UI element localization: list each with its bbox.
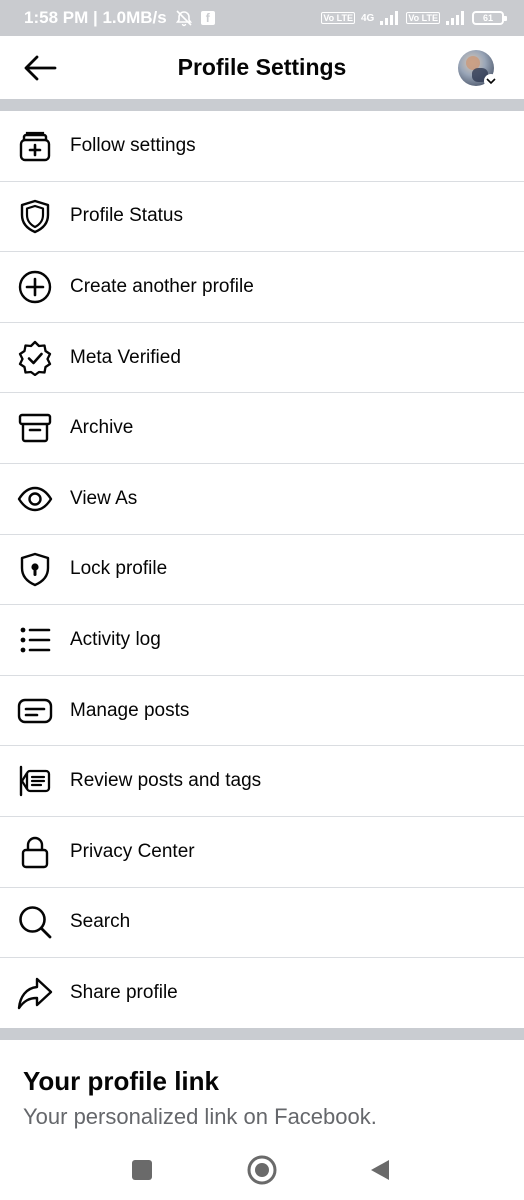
menu-item-label: Profile Status xyxy=(70,205,183,227)
section-title: Your profile link xyxy=(23,1066,219,1096)
plus-circle-icon xyxy=(16,268,54,306)
menu-item-label: Search xyxy=(70,911,131,933)
profile-avatar-button[interactable] xyxy=(458,50,498,90)
menu-item-manage-posts[interactable]: Manage posts xyxy=(0,676,524,747)
menu-item-create-profile[interactable]: Create another profile xyxy=(0,252,524,323)
menu-item-meta-verified[interactable]: Meta Verified xyxy=(0,323,524,394)
menu-item-label: Meta Verified xyxy=(70,346,181,368)
menu-item-label: Lock profile xyxy=(70,558,168,580)
square-icon xyxy=(132,1160,152,1180)
menu-item-search[interactable]: Search xyxy=(0,888,524,959)
section-divider xyxy=(0,99,524,111)
menu-item-label: Privacy Center xyxy=(70,840,195,862)
triangle-back-icon xyxy=(371,1160,389,1180)
menu-item-privacy-center[interactable]: Privacy Center xyxy=(0,817,524,888)
menu-item-label: Activity log xyxy=(70,628,161,650)
menu-item-share-profile[interactable]: Share profile xyxy=(0,958,524,1029)
menu-item-label: Create another profile xyxy=(70,275,254,297)
volte-icon: Vo LTE xyxy=(321,12,355,24)
menu-item-archive[interactable]: Archive xyxy=(0,393,524,464)
search-icon xyxy=(16,903,54,941)
follow-settings-icon xyxy=(16,127,54,165)
volte-icon-2: Vo LTE xyxy=(406,12,440,24)
verified-badge-icon xyxy=(16,339,54,377)
signal-icon xyxy=(380,11,400,25)
status-left: 1:58 PM | 1.0MB/s f xyxy=(24,8,215,28)
system-nav-bar xyxy=(0,1140,524,1200)
menu-item-activity-log[interactable]: Activity log xyxy=(0,605,524,676)
page-title: Profile Settings xyxy=(177,54,347,80)
chevron-down-icon xyxy=(484,74,498,88)
manage-posts-icon xyxy=(16,692,54,730)
profile-link-section: Your profile link Your personalized link… xyxy=(0,1040,524,1140)
review-posts-icon xyxy=(16,762,54,800)
home-button[interactable] xyxy=(242,1150,282,1190)
back-nav-button[interactable] xyxy=(360,1150,400,1190)
signal-icon-2 xyxy=(446,11,466,25)
menu-item-label: Archive xyxy=(70,417,134,439)
list-icon xyxy=(16,621,54,659)
status-right: Vo LTE 4G Vo LTE 61 xyxy=(321,11,507,25)
menu-item-label: Review posts and tags xyxy=(70,770,262,792)
facebook-notification-icon: f xyxy=(200,11,215,25)
menu-item-follow-settings[interactable]: Follow settings xyxy=(0,111,524,182)
lock-shield-icon xyxy=(16,550,54,588)
share-icon xyxy=(16,974,54,1012)
recents-button[interactable] xyxy=(122,1150,162,1190)
app-header: Profile Settings xyxy=(0,36,524,100)
eye-icon xyxy=(16,480,54,518)
padlock-icon xyxy=(16,833,54,871)
menu-item-view-as[interactable]: View As xyxy=(0,464,524,535)
section-subtitle: Your personalized link on Facebook. xyxy=(23,1104,377,1129)
section-divider xyxy=(0,1028,524,1040)
archive-icon xyxy=(16,409,54,447)
menu-item-review-posts[interactable]: Review posts and tags xyxy=(0,746,524,817)
menu-item-label: Manage posts xyxy=(70,699,190,721)
status-bar: 1:58 PM | 1.0MB/s f Vo LTE 4G Vo LTE 61 xyxy=(0,0,524,36)
shield-icon xyxy=(16,197,54,235)
menu-item-profile-status[interactable]: Profile Status xyxy=(0,182,524,253)
settings-menu: Follow settings Profile Status Create an… xyxy=(0,111,524,1029)
menu-item-label: Follow settings xyxy=(70,134,196,156)
status-time: 1:58 PM | 1.0MB/s xyxy=(24,8,167,27)
menu-item-label: View As xyxy=(70,487,138,509)
alarm-off-icon xyxy=(175,9,193,27)
menu-item-lock-profile[interactable]: Lock profile xyxy=(0,535,524,606)
network-type: 4G xyxy=(360,12,375,24)
home-circle-icon xyxy=(247,1155,277,1185)
menu-item-label: Share profile xyxy=(70,982,178,1004)
battery-icon: 61 xyxy=(472,11,507,25)
